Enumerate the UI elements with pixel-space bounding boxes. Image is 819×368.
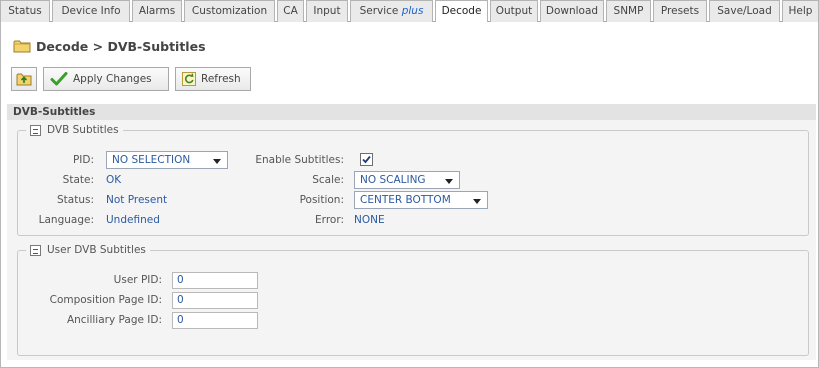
status-value: Not Present [106, 194, 168, 206]
pid-select-value: NO SELECTION [112, 154, 191, 166]
tab-snmp[interactable]: SNMP [606, 0, 651, 22]
tab-decode[interactable]: Decode [435, 0, 488, 23]
tab-bar: Status Device Info Alarms Customization … [0, 0, 819, 23]
scale-label: Scale: [312, 174, 344, 186]
tab-save-load[interactable]: Save/Load [709, 0, 780, 22]
language-label: Language: [38, 214, 94, 226]
user-dvb-subtitles-group: User DVB Subtitles User PID: 0 Compositi… [17, 244, 809, 356]
page-title-text: Decode > DVB-Subtitles [36, 38, 206, 54]
position-select-value: CENTER BOTTOM [360, 194, 451, 206]
ancillary-page-id-input[interactable]: 0 [172, 312, 258, 329]
up-folder-icon [16, 72, 37, 86]
section-header: DVB-Subtitles [7, 104, 816, 120]
position-label: Position: [299, 194, 344, 206]
tab-presets[interactable]: Presets [653, 0, 707, 22]
tab-help[interactable]: Help [782, 0, 819, 22]
tab-output[interactable]: Output [490, 0, 538, 22]
check-icon [50, 71, 73, 87]
error-label: Error: [315, 214, 344, 226]
tab-download[interactable]: Download [540, 0, 604, 22]
ancillary-page-id-label: Ancilliary Page ID: [66, 314, 162, 326]
page-content: Decode > DVB-Subtitles Apply Changes Ref… [0, 22, 819, 368]
up-folder-button[interactable] [11, 67, 37, 91]
dvb-subtitles-legend[interactable]: DVB Subtitles [26, 124, 123, 136]
tab-service-plus[interactable]: Service plus [350, 0, 433, 22]
status-label: Status: [57, 194, 94, 206]
chevron-down-icon [473, 199, 481, 204]
language-value: Undefined [106, 214, 160, 226]
apply-changes-label: Apply Changes [73, 73, 152, 85]
enable-subtitles-label: Enable Subtitles: [255, 154, 344, 166]
chevron-down-icon [445, 179, 453, 184]
user-pid-input[interactable]: 0 [172, 272, 258, 289]
scale-select[interactable]: NO SCALING [354, 171, 460, 189]
tab-device-info[interactable]: Device Info [52, 0, 130, 22]
user-pid-label: User PID: [113, 274, 162, 286]
tab-status[interactable]: Status [0, 0, 50, 22]
page-title: Decode > DVB-Subtitles [13, 36, 206, 56]
collapse-icon[interactable] [30, 244, 41, 256]
checkmark-icon [362, 155, 371, 164]
pid-select[interactable]: NO SELECTION [106, 151, 228, 169]
position-select[interactable]: CENTER BOTTOM [354, 191, 488, 209]
enable-subtitles-checkbox[interactable] [360, 153, 373, 166]
user-dvb-subtitles-legend-text: User DVB Subtitles [47, 244, 146, 256]
state-value: OK [106, 174, 122, 186]
dvb-subtitles-group: DVB Subtitles PID: NO SELECTION State: O… [17, 124, 809, 236]
refresh-label: Refresh [201, 73, 241, 85]
tab-customization[interactable]: Customization [184, 0, 275, 22]
folder-icon [13, 39, 31, 53]
composition-page-id-label: Composition Page ID: [49, 294, 162, 306]
dvb-subtitles-legend-text: DVB Subtitles [47, 124, 119, 136]
scale-select-value: NO SCALING [360, 174, 426, 186]
tab-service-plus-label: plus [401, 5, 424, 17]
error-value: NONE [354, 214, 385, 226]
pid-label: PID: [72, 154, 94, 166]
section-body: DVB Subtitles PID: NO SELECTION State: O… [7, 120, 816, 360]
collapse-icon[interactable] [30, 124, 41, 136]
composition-page-id-input[interactable]: 0 [172, 292, 258, 309]
tab-service-label: Service [359, 5, 399, 17]
refresh-icon [182, 72, 201, 86]
state-label: State: [62, 174, 94, 186]
tab-ca[interactable]: CA [277, 0, 304, 22]
user-dvb-subtitles-legend[interactable]: User DVB Subtitles [26, 244, 150, 256]
apply-changes-button[interactable]: Apply Changes [43, 67, 169, 91]
tab-alarms[interactable]: Alarms [132, 0, 182, 22]
tab-input[interactable]: Input [306, 0, 348, 22]
refresh-button[interactable]: Refresh [175, 67, 251, 91]
